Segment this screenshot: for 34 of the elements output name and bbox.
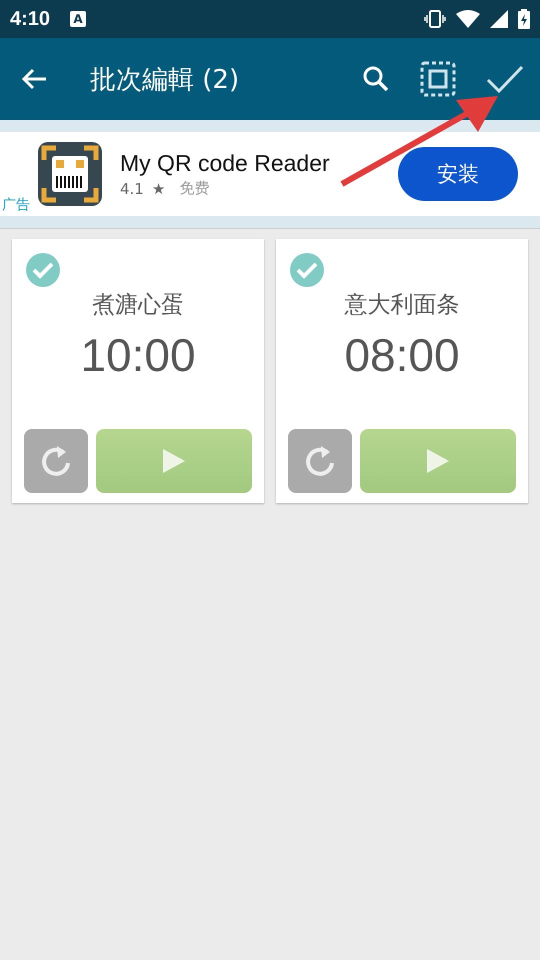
- timer-time: 08:00: [344, 328, 460, 382]
- app-rating: 4.1: [120, 180, 144, 198]
- app-name: My QR code Reader: [120, 150, 331, 177]
- search-icon[interactable]: [362, 65, 390, 93]
- install-button[interactable]: 安装: [398, 147, 518, 201]
- notification-icon: A: [70, 11, 86, 27]
- check-icon[interactable]: [289, 252, 325, 288]
- confirm-check-icon[interactable]: [486, 64, 524, 94]
- back-icon[interactable]: [20, 67, 48, 91]
- wifi-icon: [456, 10, 480, 28]
- battery-icon: [518, 9, 530, 29]
- timer-name: 意大利面条: [344, 291, 460, 320]
- play-icon: [161, 447, 187, 475]
- timer-card[interactable]: 煮溏心蛋 10:00: [12, 239, 264, 503]
- app-icon: [38, 142, 102, 206]
- timer-time: 10:00: [80, 328, 196, 382]
- vibrate-icon: [424, 9, 446, 29]
- play-icon: [425, 447, 451, 475]
- signal-icon: [490, 10, 508, 28]
- screen-title: 批次編輯 (2): [90, 64, 240, 96]
- check-icon[interactable]: [25, 252, 61, 288]
- reset-icon: [39, 444, 73, 478]
- reset-icon: [303, 444, 337, 478]
- app-price: 免费: [179, 179, 210, 198]
- star-icon: ★: [152, 180, 166, 198]
- select-all-icon[interactable]: [420, 61, 456, 97]
- timer-card[interactable]: 意大利面条 08:00: [276, 239, 528, 503]
- reset-button[interactable]: [24, 429, 88, 493]
- play-button[interactable]: [96, 429, 252, 493]
- play-button[interactable]: [360, 429, 516, 493]
- clock-time: 4:10: [10, 8, 50, 30]
- reset-button[interactable]: [288, 429, 352, 493]
- timer-name: 煮溏心蛋: [92, 291, 184, 320]
- ad-label: 广告: [2, 196, 30, 214]
